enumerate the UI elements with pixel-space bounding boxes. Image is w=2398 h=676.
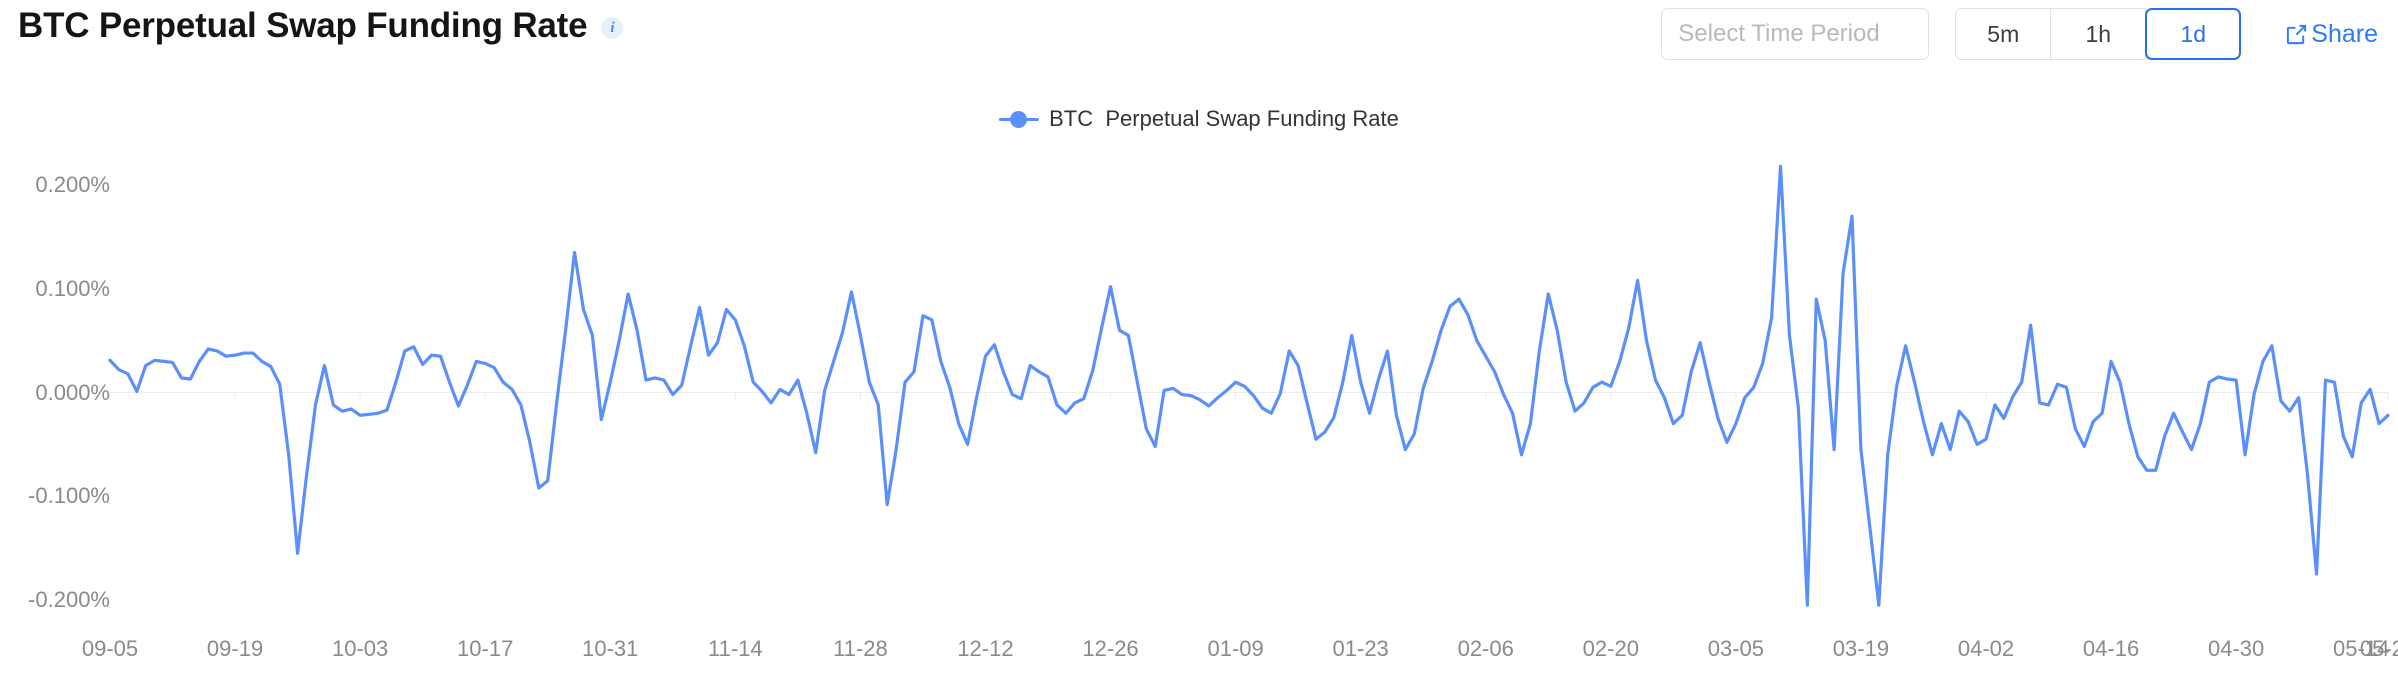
y-axis-tick-label: -0.200%	[28, 587, 110, 612]
x-axis-tick-label: 01-09	[1207, 636, 1264, 661]
x-axis-tick-label: 12-12	[957, 636, 1014, 661]
x-axis-tick-label: 02-20	[1582, 636, 1639, 661]
x-axis-tick-label: 10-31	[582, 636, 639, 661]
x-axis-tick-label: 02-06	[1457, 636, 1514, 661]
x-axis-tick-label: 04-16	[2082, 636, 2140, 661]
y-axis-tick-label: 0.000%	[35, 379, 110, 405]
x-axis-tick-label: 09-05	[81, 636, 139, 661]
x-axis-tick-label: 01-23	[1332, 636, 1389, 661]
x-axis-tick-label: 10-03	[331, 636, 389, 661]
x-axis-tick-label: 11-28	[833, 636, 888, 661]
x-axis-tick-label: 10-17	[457, 636, 514, 661]
y-axis-labels: 0.200% 0.100% 0.000% -0.100% -0.200%	[0, 0, 110, 676]
x-axis-tick-label: 04-30	[2207, 636, 2265, 661]
x-axis-tick-label: 03-05	[1707, 636, 1764, 661]
x-axis-tick-label: 11-14	[708, 636, 763, 661]
funding-rate-line-chart[interactable]	[0, 0, 2398, 676]
chart-container: 0.200% 0.100% 0.000% -0.100% -0.200% 09-05 09…	[0, 0, 2398, 676]
interval-button-1d[interactable]: 1d	[2145, 8, 2242, 60]
x-axis-tick-label: 04-02	[1957, 636, 2015, 661]
series-line-btc-funding-rate[interactable]	[108, 164, 2390, 607]
y-axis-tick-label: 0.200%	[35, 172, 110, 197]
x-axis-tick-label: 03-19	[1832, 636, 1890, 661]
x-axis-tick-label: 05-27	[2359, 636, 2398, 661]
x-axis-tick-label: 12-26	[1082, 636, 1139, 661]
y-axis-tick-label: 0.100%	[35, 275, 110, 301]
x-axis-labels: 09-05 09-19 10-03 10-17 10-31 11-14 11-28 12-12…	[0, 636, 2398, 676]
x-axis-tick-label: 09-19	[206, 636, 264, 661]
y-axis-tick-label: -0.100%	[28, 483, 110, 509]
